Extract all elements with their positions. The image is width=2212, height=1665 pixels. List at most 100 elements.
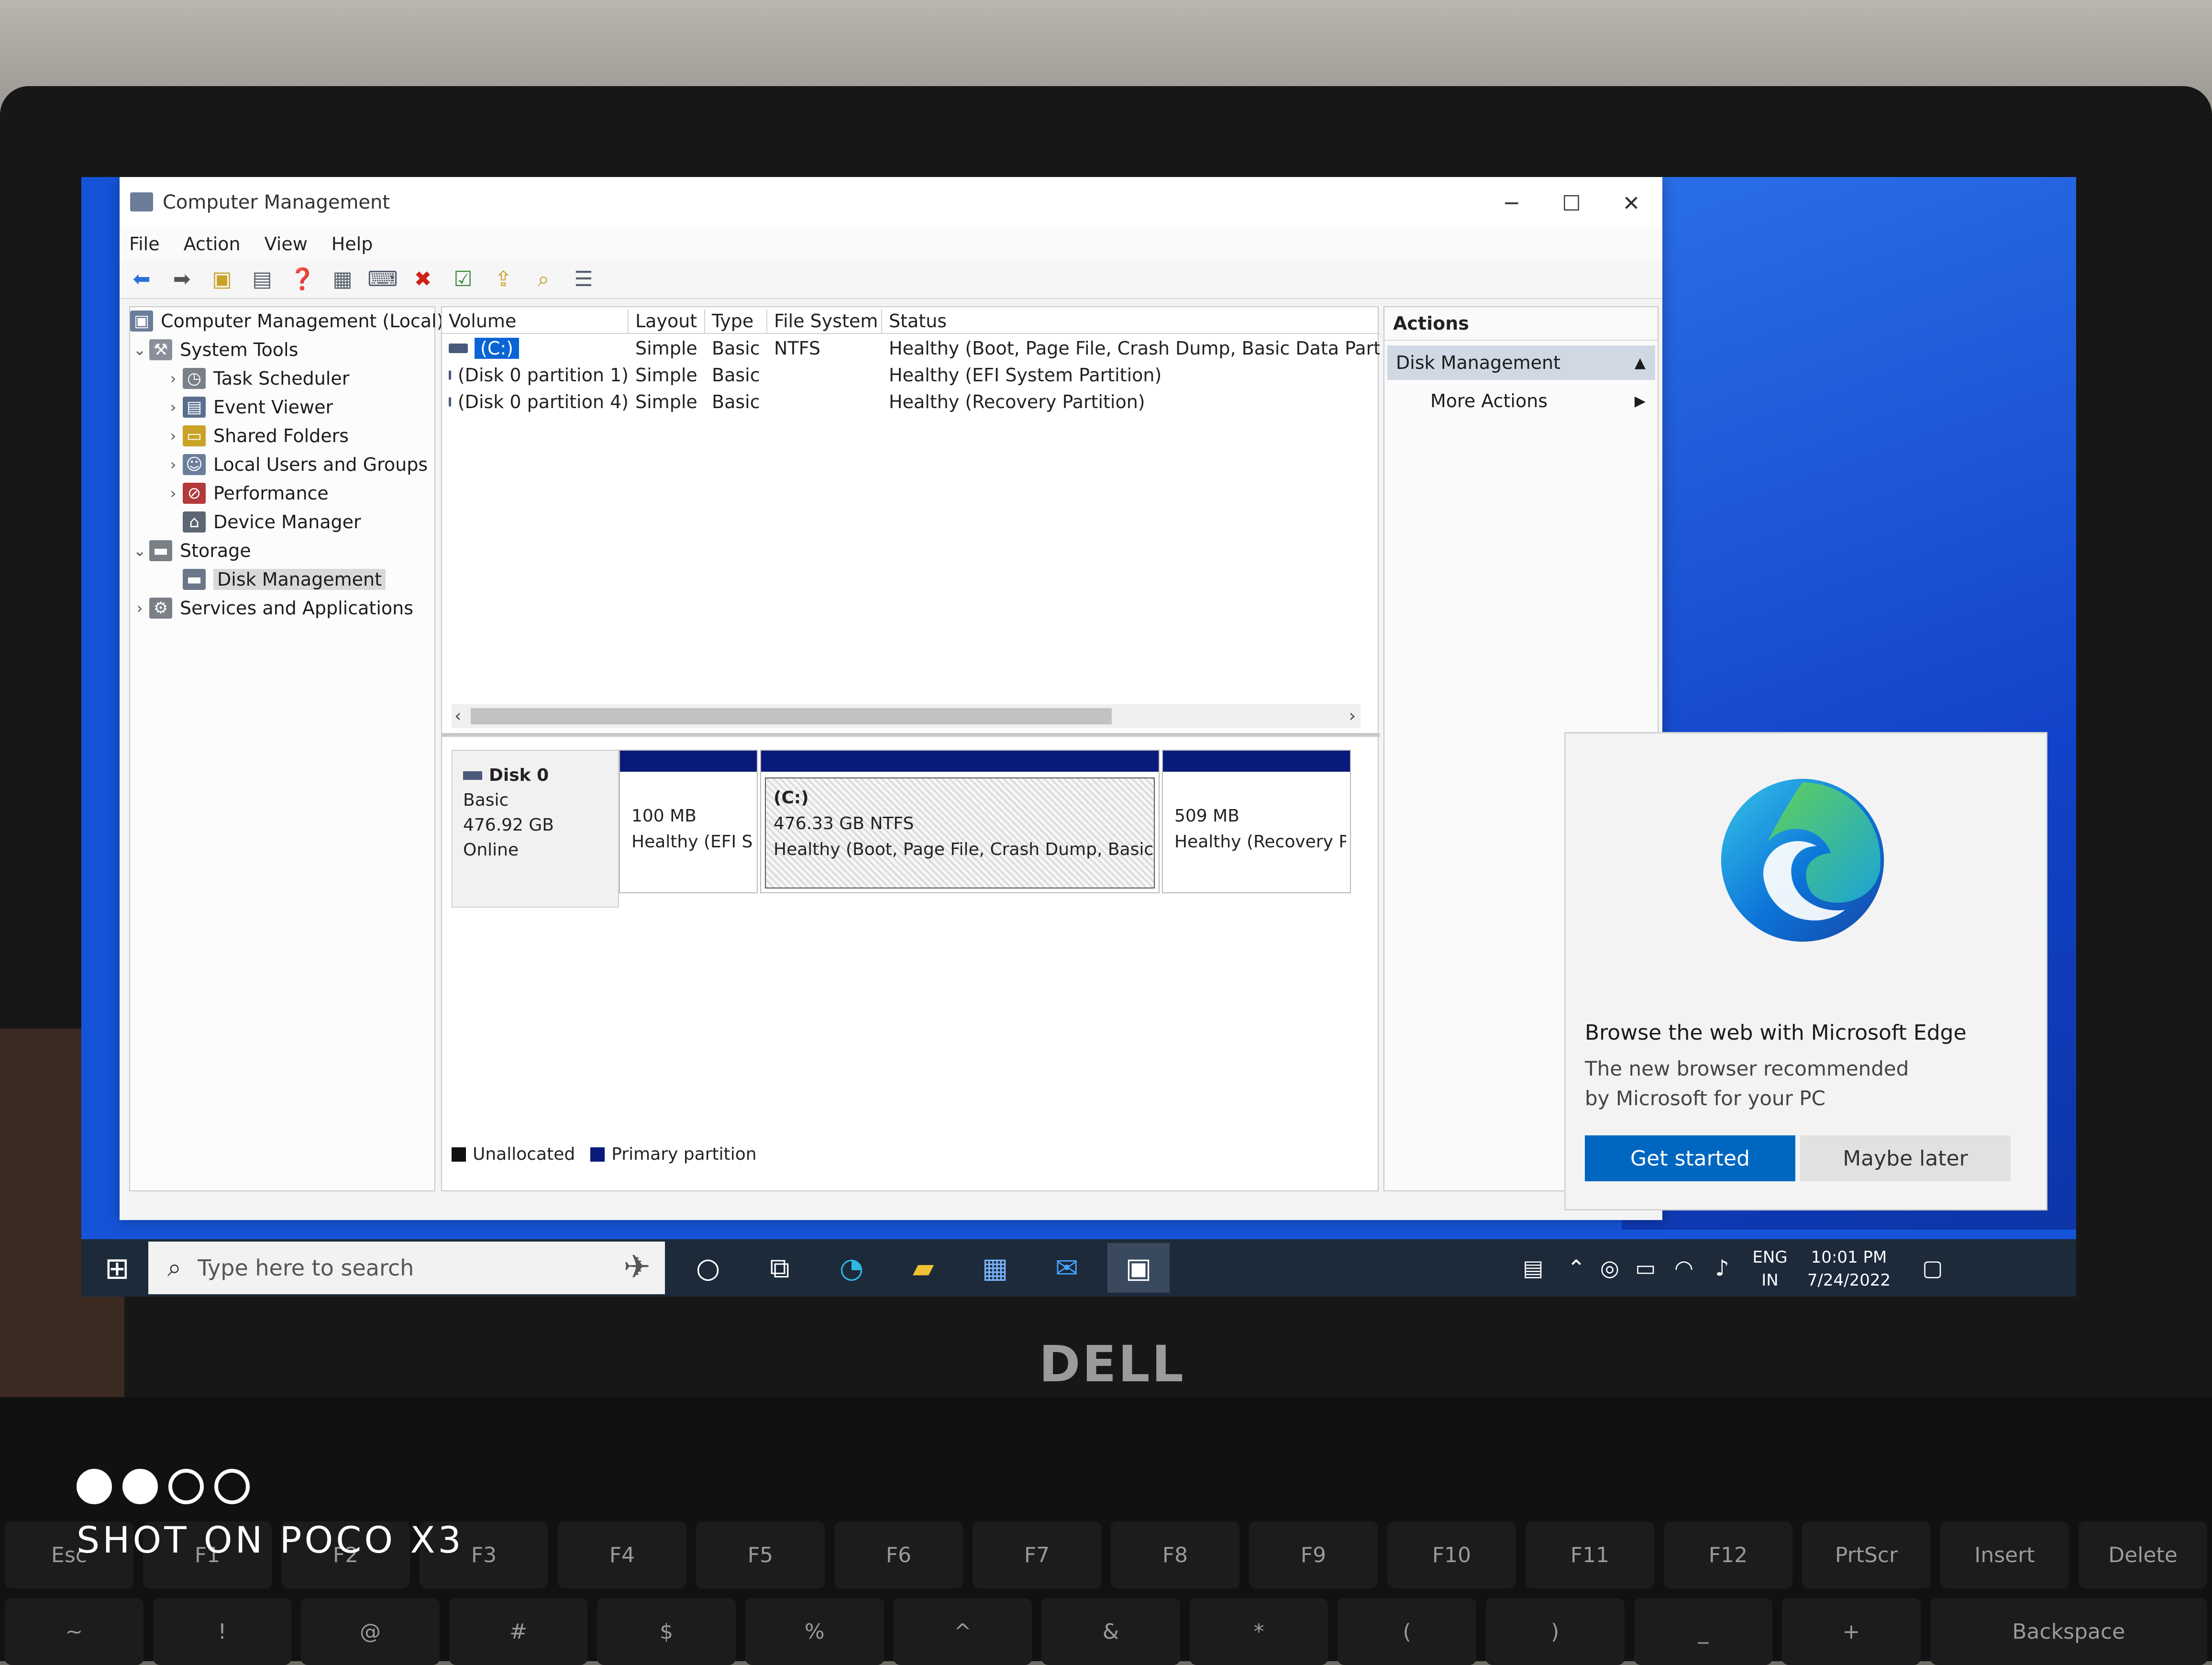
connect-icon[interactable]: ⌨: [367, 267, 398, 292]
get-started-button[interactable]: Get started: [1585, 1135, 1795, 1181]
language-indicator[interactable]: ENG IN: [1746, 1246, 1794, 1292]
scrollbar-thumb[interactable]: [471, 708, 1112, 724]
chevron-right-icon[interactable]: ›: [164, 369, 183, 388]
properties-pane-icon[interactable]: ▦: [329, 267, 356, 292]
show-hidden-icons-icon[interactable]: ⌃: [1559, 1244, 1593, 1292]
tree-item-event-viewer[interactable]: › ▤ Event Viewer: [164, 393, 333, 421]
edge-icon[interactable]: ◔: [820, 1243, 883, 1293]
column-volume[interactable]: Volume: [442, 309, 629, 333]
news-widget-icon[interactable]: ▤: [1512, 1244, 1555, 1292]
cortana-icon[interactable]: ○: [677, 1243, 739, 1293]
tree-item-root[interactable]: ▣ Computer Management (Local): [130, 307, 444, 335]
settings-pane-icon[interactable]: ☰: [570, 267, 597, 292]
tree-item-services[interactable]: › ⚙ Services and Applications: [130, 594, 413, 622]
column-type[interactable]: Type: [705, 309, 767, 333]
disk-info[interactable]: Disk 0 Basic 476.92 GB Online: [452, 750, 619, 908]
start-button[interactable]: ⊞: [96, 1249, 139, 1287]
collapse-up-icon[interactable]: ▲: [1635, 355, 1646, 371]
tree-item-disk-management[interactable]: ▬ Disk Management: [164, 566, 386, 593]
menu-help[interactable]: Help: [332, 233, 373, 255]
tree-item-system-tools[interactable]: ⌄ ⚒ System Tools: [130, 336, 298, 364]
key[interactable]: @: [301, 1598, 440, 1665]
chevron-right-icon[interactable]: ›: [130, 599, 149, 617]
help-icon[interactable]: ❓: [289, 267, 316, 292]
chevron-down-icon[interactable]: ⌄: [130, 542, 149, 560]
more-actions[interactable]: More Actions ▶: [1387, 384, 1655, 418]
folder-import-icon[interactable]: ⇪: [490, 267, 517, 292]
key[interactable]: ~: [5, 1598, 144, 1665]
maximize-button[interactable]: ☐: [1543, 187, 1600, 220]
key[interactable]: &: [1041, 1598, 1180, 1665]
back-icon[interactable]: ⬅: [128, 267, 155, 292]
partition-c[interactable]: (C:) 476.33 GB NTFS Healthy (Boot, Page …: [760, 750, 1160, 893]
computer-management-taskbar-icon[interactable]: ▣: [1107, 1243, 1170, 1293]
horizontal-scrollbar[interactable]: ‹ ›: [452, 704, 1360, 728]
title-bar[interactable]: Computer Management ─ ☐ ✕: [120, 177, 1662, 227]
volume-row[interactable]: (C:) Simple Basic NTFS Healthy (Boot, Pa…: [442, 335, 1380, 362]
column-file-system[interactable]: File System: [767, 309, 882, 333]
pane-splitter[interactable]: [442, 733, 1380, 737]
partition-efi[interactable]: 100 MB Healthy (EFI Sy: [619, 750, 758, 893]
key[interactable]: Insert: [1940, 1521, 2069, 1588]
show-hide-tree-icon[interactable]: ▤: [249, 267, 276, 292]
scroll-right-icon[interactable]: ›: [1349, 706, 1356, 726]
volume-icon[interactable]: ♪: [1703, 1244, 1741, 1292]
key[interactable]: #: [449, 1598, 588, 1665]
key[interactable]: *: [1189, 1598, 1328, 1665]
key[interactable]: ^: [893, 1598, 1032, 1665]
key[interactable]: +: [1782, 1598, 1921, 1665]
clock[interactable]: 10:01 PM 7/24/2022: [1803, 1246, 1894, 1292]
key[interactable]: PrtScr: [1802, 1521, 1931, 1588]
task-view-icon[interactable]: ⧉: [749, 1243, 811, 1293]
key[interactable]: F8: [1111, 1521, 1239, 1588]
chevron-right-icon[interactable]: ›: [164, 427, 183, 445]
menu-view[interactable]: View: [265, 233, 308, 255]
tree-item-local-users[interactable]: › ☺ Local Users and Groups: [164, 451, 428, 478]
key[interactable]: F7: [973, 1521, 1101, 1588]
menu-file[interactable]: File: [129, 233, 160, 255]
key[interactable]: F5: [696, 1521, 825, 1588]
menu-action[interactable]: Action: [184, 233, 241, 255]
key[interactable]: (: [1338, 1598, 1476, 1665]
chevron-down-icon[interactable]: ⌄: [130, 341, 149, 359]
minimize-button[interactable]: ─: [1483, 187, 1540, 220]
file-explorer-icon[interactable]: ▰: [892, 1243, 954, 1293]
key[interactable]: _: [1634, 1598, 1773, 1665]
volume-row[interactable]: (Disk 0 partition 1) Simple Basic Health…: [442, 362, 1380, 388]
wifi-icon[interactable]: ◠: [1665, 1244, 1703, 1292]
forward-icon[interactable]: ➡: [168, 267, 195, 292]
check-icon[interactable]: ☑: [450, 267, 476, 292]
key[interactable]: F9: [1249, 1521, 1378, 1588]
delete-icon[interactable]: ✖: [409, 267, 436, 292]
maybe-later-button[interactable]: Maybe later: [1800, 1135, 2011, 1181]
key[interactable]: ): [1485, 1598, 1625, 1665]
tree-item-performance[interactable]: › ⊘ Performance: [164, 479, 329, 507]
actions-section-disk-management[interactable]: Disk Management ▲: [1387, 345, 1655, 380]
up-folder-icon[interactable]: ▣: [209, 267, 235, 292]
search-box[interactable]: ⌕ Type here to search ✈: [148, 1242, 665, 1294]
key[interactable]: Delete: [2079, 1521, 2207, 1588]
mail-icon[interactable]: ✉: [1036, 1243, 1098, 1293]
tree-item-task-scheduler[interactable]: › ◷ Task Scheduler: [164, 365, 349, 392]
key[interactable]: F12: [1664, 1521, 1792, 1588]
column-layout[interactable]: Layout: [629, 309, 705, 333]
key[interactable]: %: [745, 1598, 884, 1665]
chevron-right-icon[interactable]: ›: [164, 484, 183, 502]
key[interactable]: F6: [834, 1521, 963, 1588]
store-icon[interactable]: ▦: [964, 1243, 1026, 1293]
key[interactable]: F10: [1387, 1521, 1516, 1588]
partition-recovery[interactable]: 509 MB Healthy (Recovery Pa: [1162, 750, 1351, 893]
key[interactable]: F11: [1526, 1521, 1654, 1588]
tree-item-device-manager[interactable]: ⌂ Device Manager: [164, 508, 361, 536]
battery-icon[interactable]: ▭: [1626, 1244, 1665, 1292]
key[interactable]: $: [597, 1598, 736, 1665]
close-button[interactable]: ✕: [1603, 187, 1660, 220]
scroll-left-icon[interactable]: ‹: [454, 706, 461, 726]
column-status[interactable]: Status: [882, 309, 1380, 333]
tree-item-storage[interactable]: ⌄ ▬ Storage: [130, 537, 251, 565]
chevron-right-icon[interactable]: ›: [164, 398, 183, 416]
volume-row[interactable]: (Disk 0 partition 4) Simple Basic Health…: [442, 388, 1380, 415]
notifications-icon[interactable]: ▢: [1913, 1244, 1952, 1292]
meet-now-icon[interactable]: ◎: [1593, 1244, 1626, 1292]
folder-search-icon[interactable]: ⌕: [530, 267, 557, 292]
